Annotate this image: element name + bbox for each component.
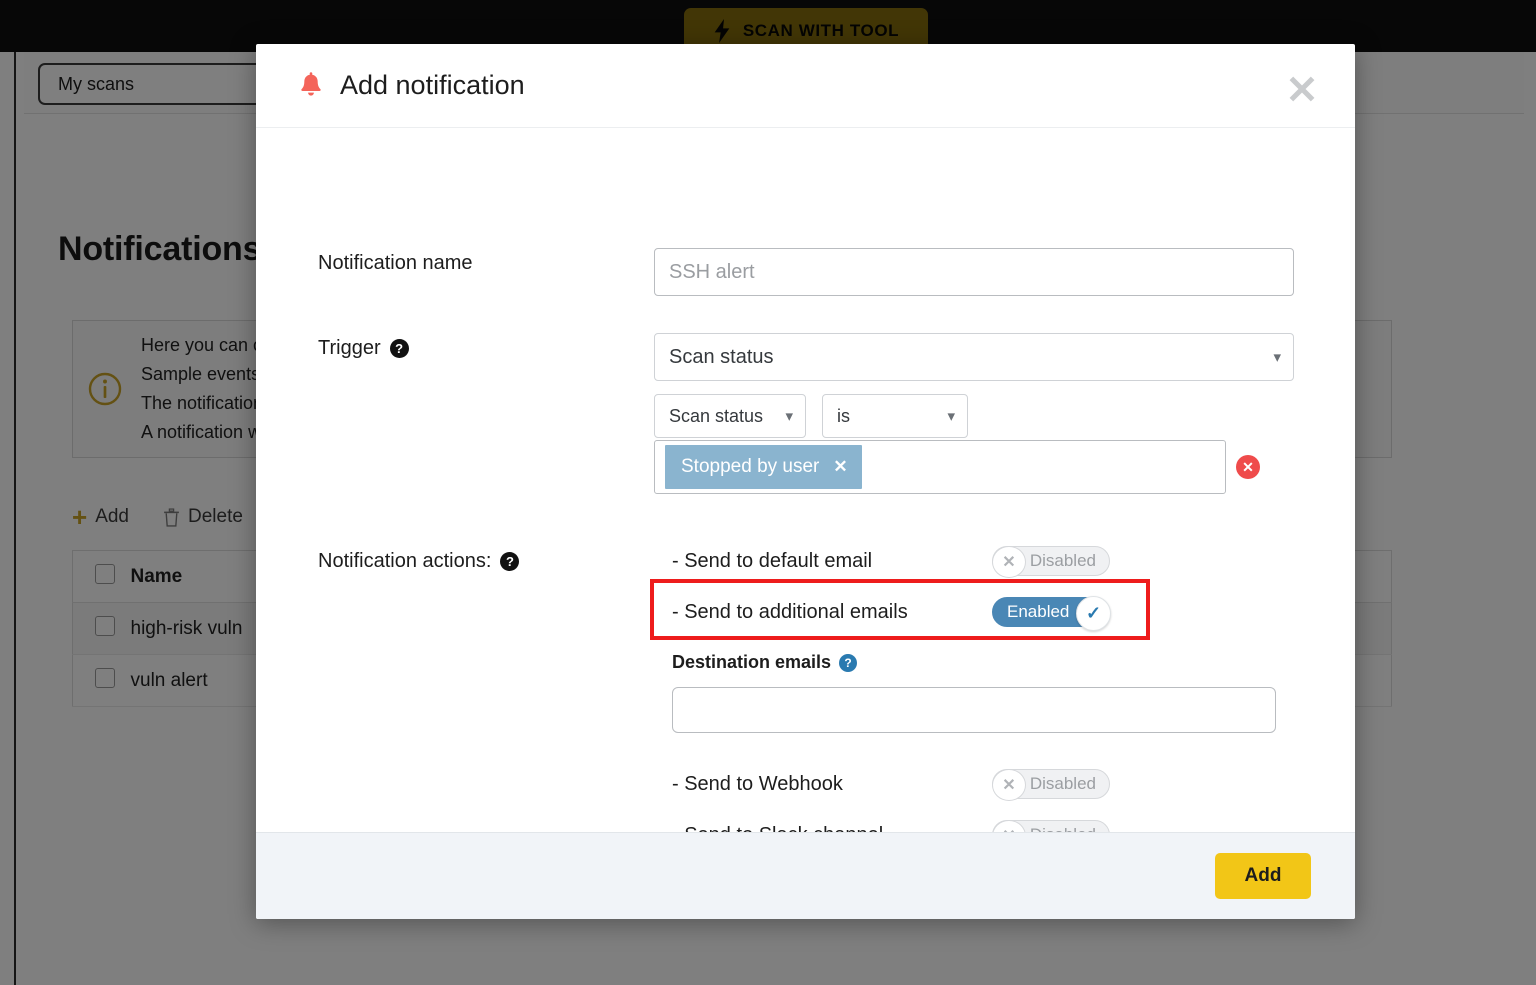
action-label-webhook: - Send to Webhook xyxy=(672,773,992,796)
close-icon[interactable] xyxy=(1285,72,1319,106)
toggle-additional-emails[interactable]: Enabled ✓ xyxy=(992,597,1110,627)
toggle-state-additional-emails: Enabled xyxy=(1007,602,1069,622)
toggle-webhook[interactable]: ✕ Disabled xyxy=(992,769,1110,799)
condition-field-value: Scan status xyxy=(669,406,763,427)
toggle-state-webhook: Disabled xyxy=(1030,774,1096,794)
destination-emails-label-text: Destination emails xyxy=(672,652,831,673)
notification-actions-label-text: Notification actions: xyxy=(318,550,491,573)
destination-emails-help-icon[interactable]: ? xyxy=(839,654,857,672)
notification-name-label: Notification name xyxy=(318,252,473,275)
remove-condition-button[interactable]: ✕ xyxy=(1236,455,1260,479)
modal-header: Add notification xyxy=(256,44,1355,128)
condition-value-tag-field[interactable]: Stopped by user ✕ xyxy=(654,440,1226,494)
chevron-down-icon: ▾ xyxy=(947,407,955,425)
condition-tag[interactable]: Stopped by user ✕ xyxy=(665,445,862,489)
trigger-help-icon[interactable]: ? xyxy=(390,339,409,358)
bell-icon xyxy=(298,72,324,100)
modal-footer: Add xyxy=(256,832,1355,919)
action-row-webhook: - Send to Webhook ✕ Disabled xyxy=(672,769,1132,799)
trigger-label-text: Trigger xyxy=(318,337,381,360)
chevron-down-icon: ▾ xyxy=(785,407,793,425)
action-row-default-email: - Send to default email ✕ Disabled xyxy=(672,546,1132,576)
condition-operator-value: is xyxy=(837,406,850,427)
app-root: My scans Notifications Here you can co xyxy=(0,0,1536,985)
add-notification-modal: Add notification Notification name Trigg… xyxy=(256,44,1355,919)
toggle-state-default-email: Disabled xyxy=(1030,551,1096,571)
toggle-default-email[interactable]: ✕ Disabled xyxy=(992,546,1110,576)
toggle-knob-close-icon: ✕ xyxy=(992,769,1026,801)
notification-actions-help-icon[interactable]: ? xyxy=(500,552,519,571)
modal-body: Notification name Trigger ? Scan status … xyxy=(256,128,1355,832)
trigger-label: Trigger ? xyxy=(318,337,409,360)
action-row-additional-emails: - Send to additional emails Enabled ✓ xyxy=(672,597,1132,627)
destination-emails-label: Destination emails ? xyxy=(672,652,857,673)
condition-operator-select[interactable]: is ▾ xyxy=(822,394,968,438)
remove-circle-icon: ✕ xyxy=(1242,459,1254,476)
close-icon[interactable]: ✕ xyxy=(833,457,847,477)
add-button[interactable]: Add xyxy=(1215,853,1311,899)
notification-actions-label: Notification actions: ? xyxy=(318,550,519,573)
condition-tag-label: Stopped by user xyxy=(681,456,819,478)
action-label-additional-emails: - Send to additional emails xyxy=(672,601,992,624)
modal-title: Add notification xyxy=(340,70,525,101)
toggle-knob-check-icon: ✓ xyxy=(1076,596,1111,631)
notification-name-input[interactable] xyxy=(654,248,1294,296)
chevron-down-icon: ▾ xyxy=(1273,348,1281,366)
notification-name-label-text: Notification name xyxy=(318,252,473,275)
toggle-knob-close-icon: ✕ xyxy=(992,546,1026,578)
condition-field-select[interactable]: Scan status ▾ xyxy=(654,394,806,438)
trigger-type-select[interactable]: Scan status ▾ xyxy=(654,333,1294,381)
action-label-default-email: - Send to default email xyxy=(672,550,992,573)
destination-emails-input[interactable] xyxy=(672,687,1276,733)
trigger-type-value: Scan status xyxy=(669,346,774,369)
